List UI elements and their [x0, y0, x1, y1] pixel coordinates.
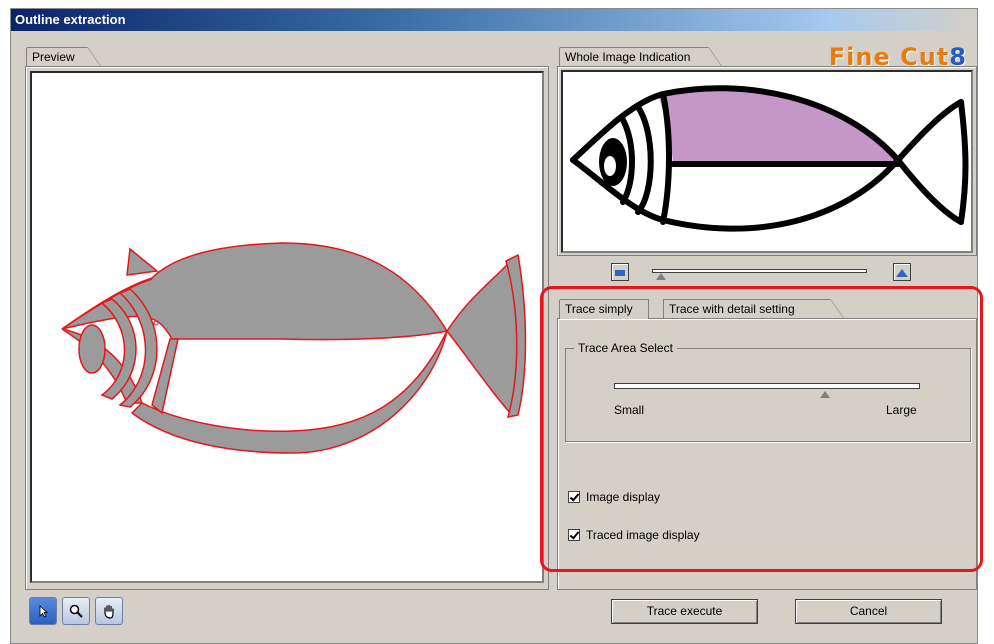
- tab-trace-simply[interactable]: Trace simply: [559, 299, 649, 319]
- whole-image-canvas[interactable]: [561, 70, 973, 253]
- cancel-button[interactable]: Cancel: [795, 599, 942, 624]
- tab-preview-label: Preview: [32, 50, 75, 64]
- zoom-out-button[interactable]: [611, 263, 629, 281]
- zoom-slider-thumb[interactable]: [656, 273, 666, 280]
- tab-whole-image-label: Whole Image Indication: [565, 50, 691, 64]
- zoom-in-button[interactable]: [893, 263, 911, 281]
- tab-slope: [708, 47, 722, 67]
- whole-image-panel: [557, 66, 977, 256]
- zoom-in-icon: [896, 269, 908, 277]
- zoom-slider-track[interactable]: [652, 269, 867, 273]
- window-title: Outline extraction: [15, 12, 126, 27]
- whole-image-fish: [570, 85, 969, 232]
- highlight-frame: [540, 286, 983, 572]
- arrow-select-icon: [39, 605, 49, 618]
- tab-slope: [87, 47, 101, 67]
- preview-fish-image: [61, 242, 527, 454]
- hand-pan-icon: [104, 604, 114, 619]
- title-bar: Outline extraction: [11, 9, 977, 31]
- preview-panel: [25, 66, 549, 590]
- trace-execute-button[interactable]: Trace execute: [611, 599, 758, 624]
- magnifier-icon: [69, 604, 83, 618]
- tab-preview[interactable]: Preview: [26, 47, 101, 67]
- zoom-out-icon: [615, 270, 625, 276]
- select-tool-button[interactable]: [29, 597, 57, 625]
- pan-tool-button[interactable]: [95, 597, 123, 625]
- zoom-tool-button[interactable]: [62, 597, 90, 625]
- tab-whole-image[interactable]: Whole Image Indication: [559, 47, 722, 67]
- preview-canvas[interactable]: [30, 71, 544, 583]
- tab-trace-simply-label: Trace simply: [565, 302, 633, 316]
